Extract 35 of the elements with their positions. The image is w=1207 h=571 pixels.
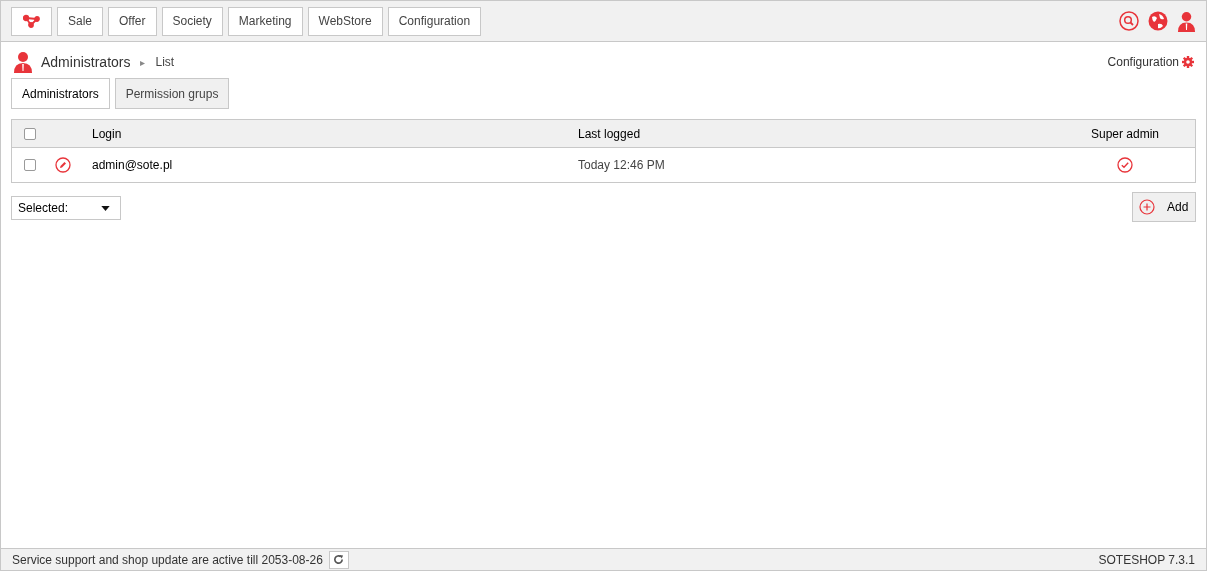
menu-button[interactable]: Configuration (387, 6, 482, 36)
menu-button[interactable]: WebStore (307, 6, 383, 36)
gear-icon[interactable] (1182, 56, 1194, 68)
column-header[interactable]: Super admin (1055, 124, 1195, 143)
refresh-button[interactable] (328, 550, 349, 569)
table-cell-text: admin@sote.pl (92, 157, 174, 174)
add-button[interactable]: Add (1132, 192, 1196, 222)
tab[interactable]: Administrators (11, 78, 110, 109)
bulk-action-select[interactable]: Selected: (11, 196, 121, 220)
breadcrumb-section[interactable]: Administrators (41, 51, 131, 73)
menu-button[interactable]: Sale (57, 6, 104, 36)
person-icon (1177, 10, 1196, 32)
support-message: Service support and shop update are active till 2053-08-26 (12, 551, 323, 569)
table-cell-text: Today 12:46 PM (578, 157, 666, 174)
caret-icon (101, 205, 110, 211)
menu-button[interactable]: Marketing (227, 6, 303, 36)
menu-button[interactable]: Society (161, 6, 223, 36)
search-icon[interactable] (1119, 11, 1139, 31)
globe-icon[interactable] (1148, 11, 1168, 31)
refresh-icon (333, 554, 345, 565)
plus-circle-icon (1139, 199, 1155, 215)
breadcrumb-page: List (155, 54, 175, 71)
menu-button[interactable]: Offer (108, 6, 157, 36)
person-icon (13, 51, 33, 73)
column-header[interactable]: Login (92, 124, 578, 143)
logo-button[interactable] (11, 6, 52, 36)
logo-icon (22, 14, 41, 28)
version-label: SOTESHOP 7.3.1 (1098, 551, 1195, 569)
checkbox[interactable] (24, 127, 36, 140)
pencil-icon[interactable] (55, 157, 71, 173)
tab[interactable]: Permission grups (114, 78, 230, 109)
configuration-link[interactable]: Configuration (1107, 53, 1179, 71)
column-header[interactable]: Last logged (578, 124, 1055, 143)
breadcrumb-separator: ▸ (140, 55, 146, 70)
checkbox[interactable] (24, 159, 36, 171)
